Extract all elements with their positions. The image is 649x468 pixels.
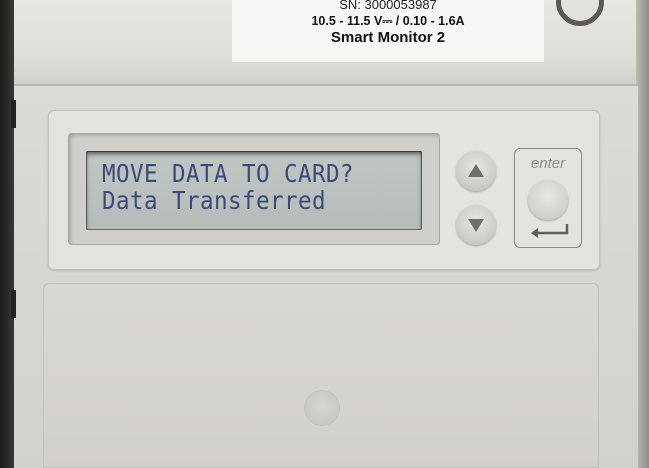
return-arrow-icon xyxy=(531,224,569,238)
mount-clip xyxy=(11,100,16,128)
device-label: SN: 3000053987 10.5 - 11.5 V⎓ / 0.10 - 1… xyxy=(232,0,544,63)
triangle-up-icon xyxy=(468,164,484,177)
wall-shadow-left xyxy=(0,0,14,468)
model-name: Smart Monitor 2 xyxy=(330,29,446,46)
lcd-line-2: Data Transferred xyxy=(102,186,326,215)
cover-screw xyxy=(305,391,339,425)
device-photo: SN: 3000053987 10.5 - 11.5 V⎓ / 0.10 - 1… xyxy=(0,0,649,468)
serial-number: SN: 3000053987 xyxy=(339,0,437,12)
mount-clip xyxy=(11,290,16,318)
down-button[interactable] xyxy=(456,205,496,245)
enter-label: enter xyxy=(530,155,566,172)
card-compartment-cover[interactable] xyxy=(43,283,599,468)
lcd-line-1: MOVE DATA TO CARD? xyxy=(102,159,354,188)
enter-button[interactable] xyxy=(528,180,568,220)
up-button[interactable] xyxy=(456,151,496,191)
power-rating: 10.5 - 11.5 V⎓ / 0.10 - 1.6A xyxy=(311,14,465,28)
triangle-down-icon xyxy=(468,219,484,232)
lcd-display: MOVE DATA TO CARD? Data Transferred xyxy=(86,151,422,230)
